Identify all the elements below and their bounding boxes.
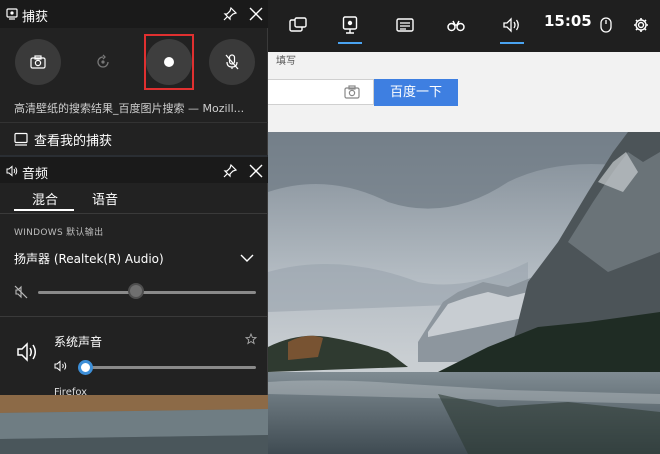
game-bar-topbar: 15:05 <box>268 0 660 52</box>
camera-icon <box>30 55 46 69</box>
mouse-button[interactable] <box>589 10 623 40</box>
gallery-icon <box>14 132 28 146</box>
capture-widget: 捕获 高清壁纸的搜索结果_百度图片搜索 — Mozill... 查看我的捕获 <box>0 0 268 155</box>
settings-button[interactable] <box>624 10 658 40</box>
capture-icon <box>342 16 358 34</box>
master-volume-thumb[interactable] <box>128 283 144 299</box>
performance-button[interactable] <box>388 10 422 40</box>
capture-widget-title: 捕获 <box>22 10 49 25</box>
audio-icon <box>503 17 519 33</box>
divider <box>0 213 268 214</box>
system-sounds-label: 系统声音 <box>54 335 103 349</box>
audio-widget-header[interactable]: 音频 <box>0 157 268 183</box>
camera-icon[interactable] <box>344 85 360 99</box>
performance-icon <box>396 18 414 32</box>
view-my-captures-link[interactable]: 查看我的捕获 <box>14 130 113 149</box>
view-my-captures-label: 查看我的捕获 <box>34 133 113 149</box>
microphone-toggle-button[interactable] <box>209 39 255 85</box>
capture-source-label: 高清壁纸的搜索结果_百度图片搜索 — Mozill... <box>14 102 245 115</box>
audio-widget-button[interactable] <box>495 10 529 44</box>
looking-for-group-icon <box>447 20 465 32</box>
output-device-dropdown[interactable]: 扬声器 (Realtek(R) Audio) <box>14 249 258 269</box>
gear-icon <box>634 18 648 32</box>
capture-widget-header[interactable]: 捕获 <box>0 0 268 28</box>
default-output-label: WINDOWS 默认输出 <box>14 228 104 238</box>
system-sounds-volume-slider[interactable] <box>86 366 256 369</box>
app-label-firefox: Firefox <box>54 387 88 395</box>
mouse-icon <box>600 17 612 33</box>
tab-mix[interactable]: 混合 <box>32 189 58 208</box>
master-volume-slider[interactable] <box>38 291 256 294</box>
output-device-name: 扬声器 (Realtek(R) Audio) <box>14 252 164 266</box>
looking-for-group-button[interactable] <box>439 10 473 40</box>
close-icon[interactable] <box>248 6 264 22</box>
audio-widget: 音频 混合 语音 WINDOWS 默认输出 扬声器 (Realtek(R) Au… <box>0 157 268 395</box>
divider <box>0 316 268 317</box>
wallpaper-image-left <box>0 395 268 454</box>
baidu-search-button[interactable]: 百度一下 <box>374 79 458 106</box>
speaker-icon <box>17 342 36 362</box>
system-sounds-volume-thumb[interactable] <box>78 360 93 375</box>
pin-icon[interactable] <box>222 6 238 22</box>
browser-page: 填写 百度一下 <box>268 52 660 132</box>
record-last-30s-button[interactable] <box>80 39 126 85</box>
selected-tab-indicator <box>14 209 74 211</box>
speaker-icon <box>6 165 18 177</box>
widget-menu-button[interactable] <box>281 10 315 40</box>
clock: 15:05 <box>544 12 592 30</box>
star-icon[interactable] <box>245 333 257 345</box>
muted-speaker-icon[interactable] <box>14 285 28 299</box>
capture-widget-icon <box>6 8 18 20</box>
divider <box>0 122 268 123</box>
chevron-down-icon <box>240 254 254 262</box>
record-last-icon <box>97 54 109 68</box>
close-icon[interactable] <box>248 163 264 179</box>
tab-voice[interactable]: 语音 <box>92 189 118 208</box>
mic-off-icon <box>225 54 239 70</box>
start-recording-button[interactable] <box>146 39 192 85</box>
screenshot-button[interactable] <box>15 39 61 85</box>
widget-menu-icon <box>289 17 307 32</box>
wallpaper-image <box>268 132 660 454</box>
speaker-icon[interactable] <box>54 360 68 372</box>
page-label-fragment: 填写 <box>276 56 296 67</box>
capture-widget-button[interactable] <box>333 10 367 44</box>
record-dot-icon <box>164 57 174 67</box>
pin-icon[interactable] <box>222 163 238 179</box>
audio-widget-title: 音频 <box>22 167 49 182</box>
